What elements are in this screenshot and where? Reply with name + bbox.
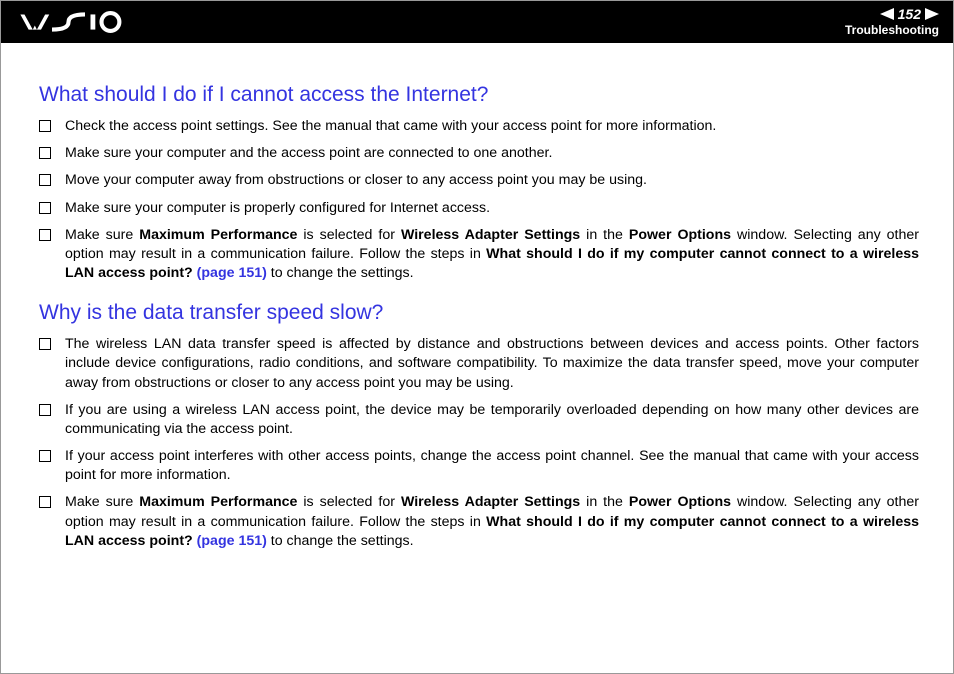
page-nav: 152 (845, 7, 939, 21)
nav-prev-icon[interactable] (880, 8, 894, 20)
vaio-logo (19, 11, 129, 33)
bullet-text: Make sure Maximum Performance is selecte… (65, 493, 919, 551)
bullet-icon (39, 496, 51, 508)
header-right: 152 Troubleshooting (845, 7, 939, 37)
bullet-icon (39, 229, 51, 241)
list-item: The wireless LAN data transfer speed is … (39, 335, 919, 393)
bullet-icon (39, 147, 51, 159)
page-link[interactable]: (page 151) (193, 533, 267, 549)
bullet-text: Move your computer away from obstruction… (65, 171, 919, 190)
list-item: Make sure your computer is properly conf… (39, 199, 919, 218)
list-item: Check the access point settings. See the… (39, 117, 919, 136)
bullet-icon (39, 202, 51, 214)
bullet-text: If you are using a wireless LAN access p… (65, 401, 919, 439)
heading-internet-access: What should I do if I cannot access the … (39, 83, 919, 107)
list-transfer-speed: The wireless LAN data transfer speed is … (39, 335, 919, 551)
list-item: Make sure your computer and the access p… (39, 144, 919, 163)
bullet-text: Make sure your computer and the access p… (65, 144, 919, 163)
bullet-icon (39, 338, 51, 350)
section-label: Troubleshooting (845, 23, 939, 37)
bullet-text: If your access point interferes with oth… (65, 447, 919, 485)
list-item: If you are using a wireless LAN access p… (39, 401, 919, 439)
list-item: Move your computer away from obstruction… (39, 171, 919, 190)
bullet-icon (39, 404, 51, 416)
bullet-icon (39, 174, 51, 186)
bullet-text: Check the access point settings. See the… (65, 117, 919, 136)
heading-transfer-speed: Why is the data transfer speed slow? (39, 301, 919, 325)
page-header: 152 Troubleshooting (1, 1, 953, 43)
list-item: Make sure Maximum Performance is selecte… (39, 226, 919, 284)
page-content: What should I do if I cannot access the … (1, 43, 953, 551)
bullet-text: The wireless LAN data transfer speed is … (65, 335, 919, 393)
page-number: 152 (898, 7, 921, 21)
list-internet-access: Check the access point settings. See the… (39, 117, 919, 283)
bullet-icon (39, 450, 51, 462)
bullet-text: Make sure your computer is properly conf… (65, 199, 919, 218)
bullet-icon (39, 120, 51, 132)
list-item: Make sure Maximum Performance is selecte… (39, 493, 919, 551)
page-link[interactable]: (page 151) (193, 265, 267, 281)
list-item: If your access point interferes with oth… (39, 447, 919, 485)
nav-next-icon[interactable] (925, 8, 939, 20)
bullet-text: Make sure Maximum Performance is selecte… (65, 226, 919, 284)
